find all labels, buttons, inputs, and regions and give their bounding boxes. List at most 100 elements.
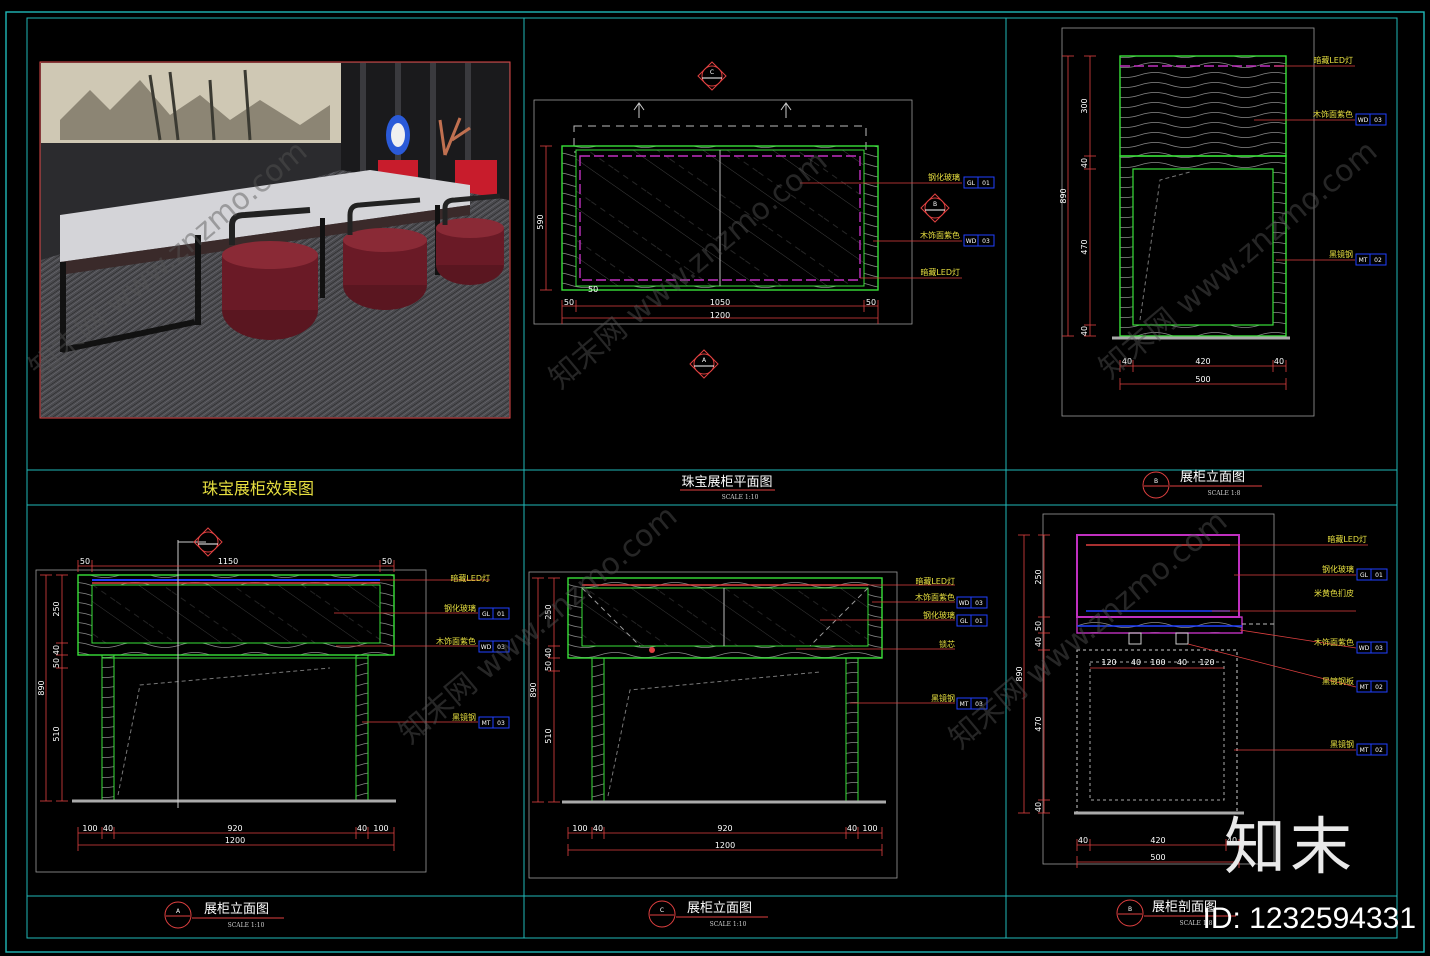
c-dim-wtotal: 1200 (715, 841, 735, 850)
plan-tag-gl: GL 01 (963, 176, 995, 189)
b-dim-wtotal: 500 (1195, 375, 1210, 384)
c-tag-gl: GL 01 (956, 614, 988, 627)
sec-dim-d3: 100 (1150, 658, 1165, 667)
b-label-steel: 黑镜钢 (1329, 249, 1353, 259)
c-label-steel: 黑镜钢 (931, 693, 955, 703)
svg-text:MT: MT (1360, 684, 1369, 691)
a-dim-h1: 250 (52, 601, 61, 616)
svg-text:WD: WD (1358, 117, 1369, 124)
svg-text:01: 01 (982, 180, 990, 187)
a-tag-mt: MT 03 (478, 716, 510, 729)
sec-dim-wmid: 420 (1150, 836, 1165, 845)
section-mark-b: B (920, 193, 950, 223)
c-dim-wc: 40 (847, 824, 857, 833)
plan-dim-total: 1200 (710, 311, 730, 320)
b-title: 展柜立面图 (1180, 470, 1245, 485)
sec-label-steel: 黑镜钢 (1330, 739, 1354, 749)
svg-text:03: 03 (1374, 117, 1382, 124)
render-title: 珠宝展柜效果图 (202, 479, 314, 498)
plan-scale: SCALE 1:10 (722, 494, 759, 501)
b-dim-h4: 40 (1080, 326, 1089, 336)
plan-tag-wd: WD 03 (963, 234, 995, 247)
sec-label-led: 暗藏LED灯 (1327, 534, 1367, 544)
a-dim-h2: 40 (52, 645, 61, 655)
svg-text:02: 02 (1374, 257, 1382, 264)
b-title-block: B 展柜立面图 SCALE 1:8 (1142, 470, 1262, 499)
sec-label-leather: 米黄色扪皮 (1314, 588, 1354, 598)
plan-dim-left: 50 (564, 298, 574, 307)
sec-dim-d1: 120 (1101, 658, 1116, 667)
a-dim-top-l: 50 (80, 557, 90, 566)
a-detail-mark (193, 527, 223, 557)
b-dim-h3: 470 (1080, 239, 1089, 254)
a-dim-wmid: 920 (227, 824, 242, 833)
b-scale: SCALE 1:8 (1208, 490, 1241, 497)
plan-label-glass: 钢化玻璃 (928, 172, 960, 182)
svg-text:02: 02 (1375, 747, 1383, 754)
c-dim-h3: 50 (544, 661, 553, 671)
svg-text:WD: WD (966, 238, 977, 245)
sec-dim-wtotal: 500 (1150, 853, 1165, 862)
a-title: 展柜立面图 (204, 902, 269, 917)
c-tag-wd: WD 03 (956, 596, 988, 609)
plan-label-led: 暗藏LED灯 (920, 267, 960, 277)
c-dim-h2: 40 (544, 648, 553, 658)
b-dim-h1: 300 (1080, 98, 1089, 113)
c-label-led: 暗藏LED灯 (915, 576, 955, 586)
sec-tag-wd: WD 03 (1356, 641, 1388, 654)
sec-tag-gl: GL 01 (1356, 568, 1388, 581)
brand-logo: 知末 (1223, 810, 1356, 883)
sec-dim-h4: 470 (1034, 716, 1043, 731)
a-label-glass: 钢化玻璃 (444, 603, 476, 613)
svg-text:MT: MT (960, 701, 969, 708)
plan-title: 珠宝展柜平面图 (681, 475, 772, 490)
b-dim-total: 890 (1059, 188, 1068, 203)
svg-text:GL: GL (1360, 572, 1369, 579)
b-dim-wr: 40 (1274, 357, 1284, 366)
b-label-led: 暗藏LED灯 (1313, 55, 1353, 65)
sec-label-glass: 钢化玻璃 (1322, 564, 1354, 574)
plan-dim-mid: 1050 (710, 298, 730, 307)
svg-text:WD: WD (1359, 645, 1370, 652)
plan-dim-height: 590 (536, 214, 545, 229)
plan-dim-s: 50 (588, 285, 598, 294)
c-label-lock: 锁芯 (939, 639, 955, 649)
svg-text:03: 03 (975, 600, 983, 607)
svg-text:MT: MT (482, 720, 491, 727)
sec-label-wood: 木饰面紫色 (1314, 637, 1354, 647)
sec-dim-h5: 40 (1034, 802, 1043, 812)
a-dim-h3: 50 (52, 658, 61, 668)
b-label-wood: 木饰面紫色 (1313, 109, 1353, 119)
b-tag-wd: WD 03 (1355, 113, 1387, 126)
a-dim-wa: 100 (82, 824, 97, 833)
section-mark-a: A (689, 349, 719, 379)
a-tag-gl: GL 01 (478, 607, 510, 620)
c-title-block: C 展柜立面图 SCALE 1:10 (648, 900, 768, 928)
render-image (39, 61, 511, 419)
svg-text:01: 01 (497, 611, 505, 618)
b-dim-h2: 40 (1080, 158, 1089, 168)
drawing-sheet: 珠宝展柜效果图 1050 50 50 1200 50 590 钢化玻璃 木饰面紫… (5, 11, 1425, 953)
svg-text:GL: GL (960, 618, 969, 625)
plan-label-wood: 木饰面紫色 (920, 230, 960, 240)
a-title-block: A 展柜立面图 SCALE 1:10 (164, 901, 284, 929)
b-tag-mt: MT 02 (1355, 253, 1387, 266)
a-dim-top-total: 1150 (218, 557, 238, 566)
a-label-led: 暗藏LED灯 (450, 573, 490, 583)
svg-text:03: 03 (982, 238, 990, 245)
a-dim-wd: 100 (373, 824, 388, 833)
svg-text:C: C (660, 907, 664, 914)
image-id-label: ID: 1232594331 (1202, 902, 1416, 935)
a-dim-h-total: 890 (37, 680, 46, 695)
c-dim-wa: 100 (572, 824, 587, 833)
c-scale: SCALE 1:10 (710, 921, 747, 928)
c-title: 展柜立面图 (687, 901, 752, 916)
svg-text:MT: MT (1359, 257, 1368, 264)
svg-text:B: B (933, 201, 937, 208)
a-scale: SCALE 1:10 (228, 922, 265, 929)
sec-dim-h1: 250 (1034, 569, 1043, 584)
a-dim-wtotal: 1200 (225, 836, 245, 845)
b-dim-wmid: 420 (1195, 357, 1210, 366)
sec-dim-h2: 50 (1034, 621, 1043, 631)
c-label-wood: 木饰面紫色 (915, 592, 955, 602)
